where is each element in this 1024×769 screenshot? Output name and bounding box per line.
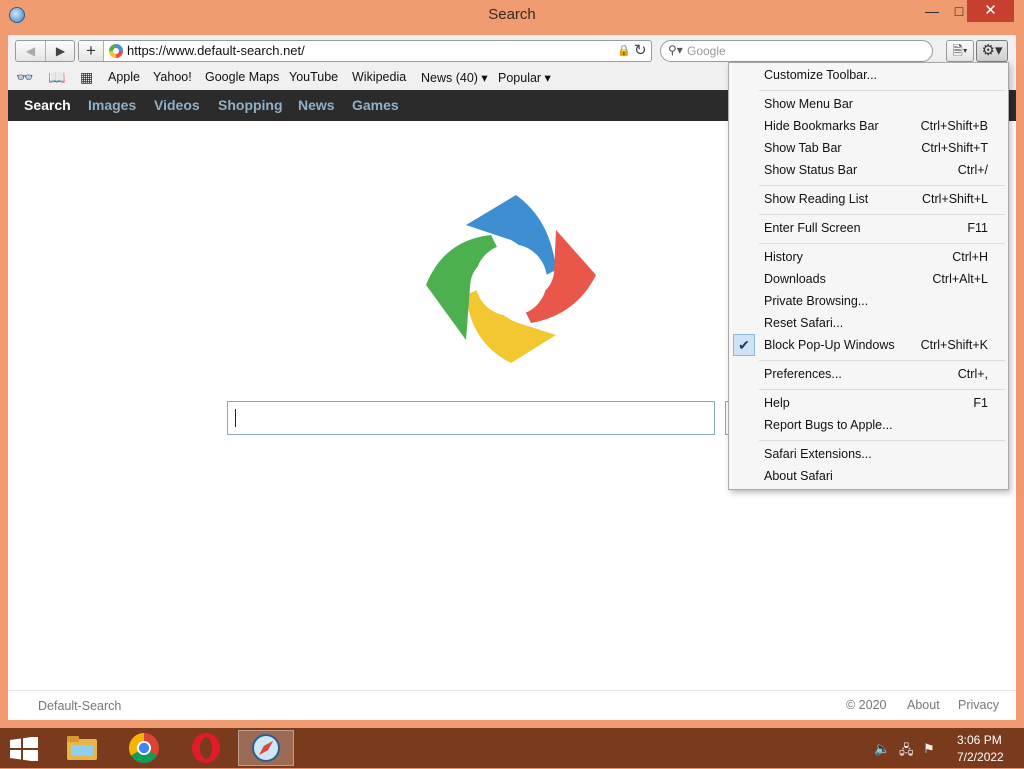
- menu-item-customize-toolbar[interactable]: Customize Toolbar...: [730, 64, 1007, 86]
- bookmark-google-maps[interactable]: Google Maps: [205, 70, 279, 84]
- menu-item-preferences[interactable]: Preferences... Ctrl+,: [730, 363, 1007, 385]
- add-bookmark-button[interactable]: +: [79, 41, 104, 61]
- url-text[interactable]: https://www.default-search.net/: [127, 43, 305, 58]
- menu-item-safari-extensions[interactable]: Safari Extensions...: [730, 443, 1007, 465]
- menu-separator: [759, 360, 1005, 361]
- text-caret: [235, 409, 236, 427]
- footer-copyright: © 2020: [846, 698, 887, 712]
- speaker-muted-icon[interactable]: 🔈: [874, 741, 890, 757]
- opera-taskbar-button[interactable]: [178, 730, 234, 766]
- bookmark-popular-folder[interactable]: Popular ▾: [498, 70, 551, 85]
- clock-time[interactable]: 3:06 PM: [957, 733, 1002, 747]
- nav-buttons: ◀ ▶: [15, 40, 75, 62]
- windows-start-icon[interactable]: [10, 737, 38, 761]
- site-favicon-icon: [109, 44, 123, 58]
- menu-item-show-menu-bar[interactable]: Show Menu Bar: [730, 93, 1007, 115]
- menu-item-show-status-bar[interactable]: Show Status Bar Ctrl+/: [730, 159, 1007, 181]
- bookmark-yahoo[interactable]: Yahoo!: [153, 70, 192, 84]
- forward-button[interactable]: ▶: [46, 41, 75, 61]
- nav-shopping[interactable]: Shopping: [218, 97, 283, 113]
- bookmark-wikipedia[interactable]: Wikipedia: [352, 70, 406, 84]
- settings-dropdown-menu: Customize Toolbar... Show Menu Bar Hide …: [728, 62, 1009, 490]
- menu-separator: [759, 389, 1005, 390]
- menu-item-history[interactable]: History Ctrl+H: [730, 246, 1007, 268]
- menu-item-show-reading-list[interactable]: Show Reading List Ctrl+Shift+L: [730, 188, 1007, 210]
- footer-divider: [8, 690, 1016, 691]
- page-menu-button[interactable]: 🗎▾: [946, 40, 974, 62]
- top-sites-grid-icon[interactable]: ▦: [80, 69, 93, 86]
- nav-search[interactable]: Search: [24, 97, 71, 113]
- site-logo: [426, 195, 596, 363]
- menu-item-downloads[interactable]: Downloads Ctrl+Alt+L: [730, 268, 1007, 290]
- menu-item-about-safari[interactable]: About Safari: [730, 465, 1007, 487]
- menu-item-hide-bookmarks-bar[interactable]: Hide Bookmarks Bar Ctrl+Shift+B: [730, 115, 1007, 137]
- safari-taskbar-button[interactable]: [238, 730, 294, 766]
- nav-videos[interactable]: Videos: [154, 97, 200, 113]
- search-field[interactable]: ⚲▾ Google: [660, 40, 933, 62]
- reading-glasses-icon[interactable]: 👓: [16, 69, 33, 86]
- menu-item-show-tab-bar[interactable]: Show Tab Bar Ctrl+Shift+T: [730, 137, 1007, 159]
- nav-images[interactable]: Images: [88, 97, 136, 113]
- footer-brand: Default-Search: [38, 699, 122, 713]
- menu-item-help[interactable]: Help F1: [730, 392, 1007, 414]
- file-explorer-taskbar-button[interactable]: [54, 730, 110, 766]
- search-placeholder: Google: [687, 44, 726, 58]
- search-icon[interactable]: ⚲▾: [668, 43, 683, 57]
- menu-item-enter-full-screen[interactable]: Enter Full Screen F11: [730, 217, 1007, 239]
- close-button[interactable]: ✕: [967, 0, 1014, 22]
- bookmark-apple[interactable]: Apple: [108, 70, 140, 84]
- action-center-flag-icon[interactable]: ⚑: [923, 741, 935, 757]
- opera-icon: [192, 733, 220, 763]
- nav-news[interactable]: News: [298, 97, 335, 113]
- chrome-icon: [128, 733, 159, 764]
- main-search-input[interactable]: [227, 401, 715, 435]
- network-icon[interactable]: 🖧: [899, 741, 914, 763]
- menu-separator: [759, 243, 1005, 244]
- bookmark-youtube[interactable]: YouTube: [289, 70, 338, 84]
- title-bar[interactable]: Search — □ ✕: [0, 0, 1024, 30]
- bookmark-news-folder[interactable]: News (40) ▾: [421, 70, 488, 85]
- footer-about-link[interactable]: About: [907, 698, 940, 712]
- chrome-taskbar-button[interactable]: [116, 730, 172, 766]
- menu-separator: [759, 90, 1005, 91]
- lock-icon[interactable]: 🔒: [617, 44, 631, 57]
- menu-item-private-browsing[interactable]: Private Browsing...: [730, 290, 1007, 312]
- window-title: Search: [488, 6, 536, 23]
- settings-gear-button[interactable]: ⚙▾: [976, 40, 1008, 62]
- menu-item-reset-safari[interactable]: Reset Safari...: [730, 312, 1007, 334]
- browser-window: Search — □ ✕ ◀ ▶ + https://www.default-s…: [0, 0, 1024, 728]
- folder-icon: [67, 736, 97, 760]
- safari-compass-icon: [252, 734, 280, 762]
- back-button[interactable]: ◀: [16, 41, 46, 61]
- menu-separator: [759, 185, 1005, 186]
- menu-item-report-bugs[interactable]: Report Bugs to Apple...: [730, 414, 1007, 436]
- nav-games[interactable]: Games: [352, 97, 399, 113]
- checkmark-icon: ✔: [733, 334, 755, 356]
- menu-separator: [759, 214, 1005, 215]
- taskbar: 🔈 🖧 ⚑ 3:06 PM 7/2/2022: [0, 728, 1024, 768]
- footer-privacy-link[interactable]: Privacy: [958, 698, 999, 712]
- address-bar[interactable]: + https://www.default-search.net/ 🔒 ↻: [78, 40, 652, 62]
- menu-item-block-popups[interactable]: ✔ Block Pop-Up Windows Ctrl+Shift+K: [730, 334, 1007, 356]
- open-book-icon[interactable]: 📖: [48, 69, 65, 86]
- clock-date[interactable]: 7/2/2022: [957, 750, 1004, 764]
- reload-icon[interactable]: ↻: [634, 41, 647, 59]
- minimize-button[interactable]: —: [918, 0, 946, 22]
- menu-separator: [759, 440, 1005, 441]
